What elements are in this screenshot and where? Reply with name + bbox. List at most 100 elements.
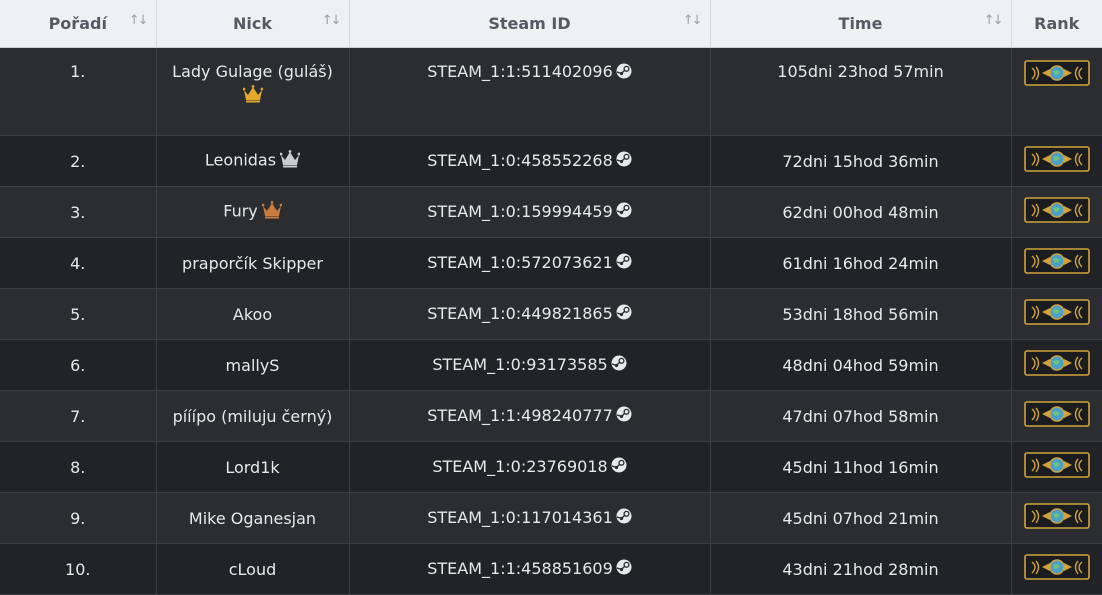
column-header-time-label: Time (838, 14, 883, 33)
time-cell: 72dni 15hod 36min (710, 135, 1012, 187)
time-value: 43dni 21hod 28min (782, 559, 939, 579)
column-header-position[interactable]: Pořadí ↑↓ (0, 0, 157, 48)
position-cell: 8. (0, 441, 157, 493)
position-value: 7. (70, 406, 86, 426)
steam-logo-icon[interactable] (616, 304, 632, 324)
player-nick[interactable]: praporčík Skipper (182, 254, 323, 273)
nick-cell: Lord1k (156, 441, 350, 493)
steam-id-value: STEAM_1:0:117014361 (427, 507, 613, 527)
steam-id-value: STEAM_1:0:458552268 (427, 150, 613, 170)
table-header: Pořadí ↑↓ Nick ↑↓ Steam ID ↑↓ Time ↑↓ Ra… (0, 0, 1102, 48)
global-elite-badge-icon (1023, 350, 1090, 380)
column-header-nick[interactable]: Nick ↑↓ (156, 0, 350, 48)
steam-id-cell: STEAM_1:1:498240777 (349, 390, 711, 442)
time-cell: 48dni 04hod 59min (710, 339, 1012, 391)
rank-cell (1011, 441, 1102, 493)
position-cell: 9. (0, 492, 157, 544)
steam-id-cell: STEAM_1:0:572073621 (349, 237, 711, 289)
position-value: 1. (70, 62, 86, 81)
time-cell: 53dni 18hod 56min (710, 288, 1012, 340)
steam-logo-icon[interactable] (616, 406, 632, 426)
position-cell: 2. (0, 135, 157, 187)
steam-id-cell: STEAM_1:0:117014361 (349, 492, 711, 544)
global-elite-badge-icon (1023, 197, 1090, 227)
nick-cell: Lady Gulage (guláš) (156, 47, 350, 136)
steam-id-value: STEAM_1:1:458851609 (427, 558, 613, 578)
column-header-steam-id[interactable]: Steam ID ↑↓ (349, 0, 711, 48)
global-elite-badge-icon (1023, 299, 1090, 329)
time-value: 72dni 15hod 36min (782, 151, 939, 171)
position-value: 5. (70, 304, 86, 324)
time-value: 62dni 00hod 48min (782, 202, 939, 222)
position-value: 9. (70, 508, 86, 528)
player-nick[interactable]: Akoo (233, 305, 272, 324)
time-value: 105dni 23hod 57min (777, 62, 944, 81)
column-header-rank-label: Rank (1034, 14, 1080, 33)
position-value: 4. (70, 253, 86, 273)
steam-logo-icon[interactable] (616, 151, 632, 171)
table-row: 4. praporčík Skipper STEAM_1:0:572073621 61… (0, 237, 1102, 289)
steam-logo-icon[interactable] (616, 63, 632, 83)
table-row: 7. pííípo (miluju černý) STEAM_1:1:4982407… (0, 390, 1102, 442)
table-row: 2. Leonidas STEAM_1:0:458552268 72dni 15hod… (0, 135, 1102, 187)
player-nick[interactable]: Mike Oganesjan (189, 509, 316, 528)
global-elite-badge-icon (1023, 452, 1090, 482)
sort-arrows-icon[interactable]: ↑↓ (129, 13, 149, 28)
steam-logo-icon[interactable] (616, 508, 632, 528)
sort-arrows-icon[interactable]: ↑↓ (322, 13, 342, 28)
steam-id-cell: STEAM_1:1:458851609 (349, 543, 711, 595)
table-row: 3. Fury STEAM_1:0:159994459 62dni 00hod 48m… (0, 186, 1102, 238)
position-value: 2. (70, 151, 86, 171)
table-row: 8. Lord1k STEAM_1:0:23769018 45dni 11hod 16… (0, 441, 1102, 493)
steam-logo-icon[interactable] (611, 355, 627, 375)
table-row: 6. mallyS STEAM_1:0:93173585 48dni 04hod 59… (0, 339, 1102, 391)
time-cell: 62dni 00hod 48min (710, 186, 1012, 238)
crown-icon (261, 201, 283, 223)
global-elite-badge-icon (1023, 503, 1090, 533)
player-nick[interactable]: pííípo (miluju černý) (173, 407, 333, 426)
steam-id-value: STEAM_1:0:93173585 (432, 354, 608, 374)
player-nick[interactable]: Lady Gulage (guláš) (172, 62, 333, 81)
rank-cell (1011, 543, 1102, 595)
table-row: 5. Akoo STEAM_1:0:449821865 53dni 18hod 56m… (0, 288, 1102, 340)
steam-id-value: STEAM_1:1:511402096 (427, 62, 613, 81)
time-cell: 47dni 07hod 58min (710, 390, 1012, 442)
nick-cell: praporčík Skipper (156, 237, 350, 289)
steam-logo-icon[interactable] (616, 559, 632, 579)
steam-id-value: STEAM_1:0:159994459 (427, 201, 613, 221)
nick-cell: Mike Oganesjan (156, 492, 350, 544)
sort-arrows-icon[interactable]: ↑↓ (984, 13, 1004, 28)
leaderboard-table: Pořadí ↑↓ Nick ↑↓ Steam ID ↑↓ Time ↑↓ Ra… (0, 0, 1102, 595)
position-cell: 3. (0, 186, 157, 238)
steam-logo-icon[interactable] (616, 202, 632, 222)
steam-id-cell: STEAM_1:1:511402096 (349, 47, 711, 136)
time-cell: 61dni 16hod 24min (710, 237, 1012, 289)
position-cell: 5. (0, 288, 157, 340)
rank-cell (1011, 135, 1102, 187)
player-nick[interactable]: mallyS (226, 356, 280, 375)
rank-cell (1011, 237, 1102, 289)
nick-cell: Akoo (156, 288, 350, 340)
crown-icon (279, 150, 301, 172)
column-header-position-label: Pořadí (48, 14, 107, 33)
nick-cell: Fury (156, 186, 350, 238)
table-row: 10. cLoud STEAM_1:1:458851609 43dni 21hod 2… (0, 543, 1102, 595)
crown-icon (157, 85, 349, 107)
steam-id-value: STEAM_1:0:572073621 (427, 252, 613, 272)
steam-id-cell: STEAM_1:0:458552268 (349, 135, 711, 187)
steam-logo-icon[interactable] (616, 253, 632, 273)
player-nick[interactable]: Leonidas (205, 151, 276, 170)
position-cell: 1. (0, 47, 157, 136)
rank-cell (1011, 288, 1102, 340)
column-header-time[interactable]: Time ↑↓ (710, 0, 1012, 48)
steam-id-value: STEAM_1:0:23769018 (432, 456, 608, 476)
player-nick[interactable]: cLoud (229, 560, 277, 579)
time-value: 47dni 07hod 58min (782, 406, 939, 426)
time-value: 53dni 18hod 56min (782, 304, 939, 324)
time-cell: 105dni 23hod 57min (710, 47, 1012, 136)
steam-logo-icon[interactable] (611, 457, 627, 477)
sort-arrows-icon[interactable]: ↑↓ (683, 13, 703, 28)
steam-id-cell: STEAM_1:0:93173585 (349, 339, 711, 391)
player-nick[interactable]: Lord1k (225, 458, 279, 477)
player-nick[interactable]: Fury (223, 202, 258, 221)
